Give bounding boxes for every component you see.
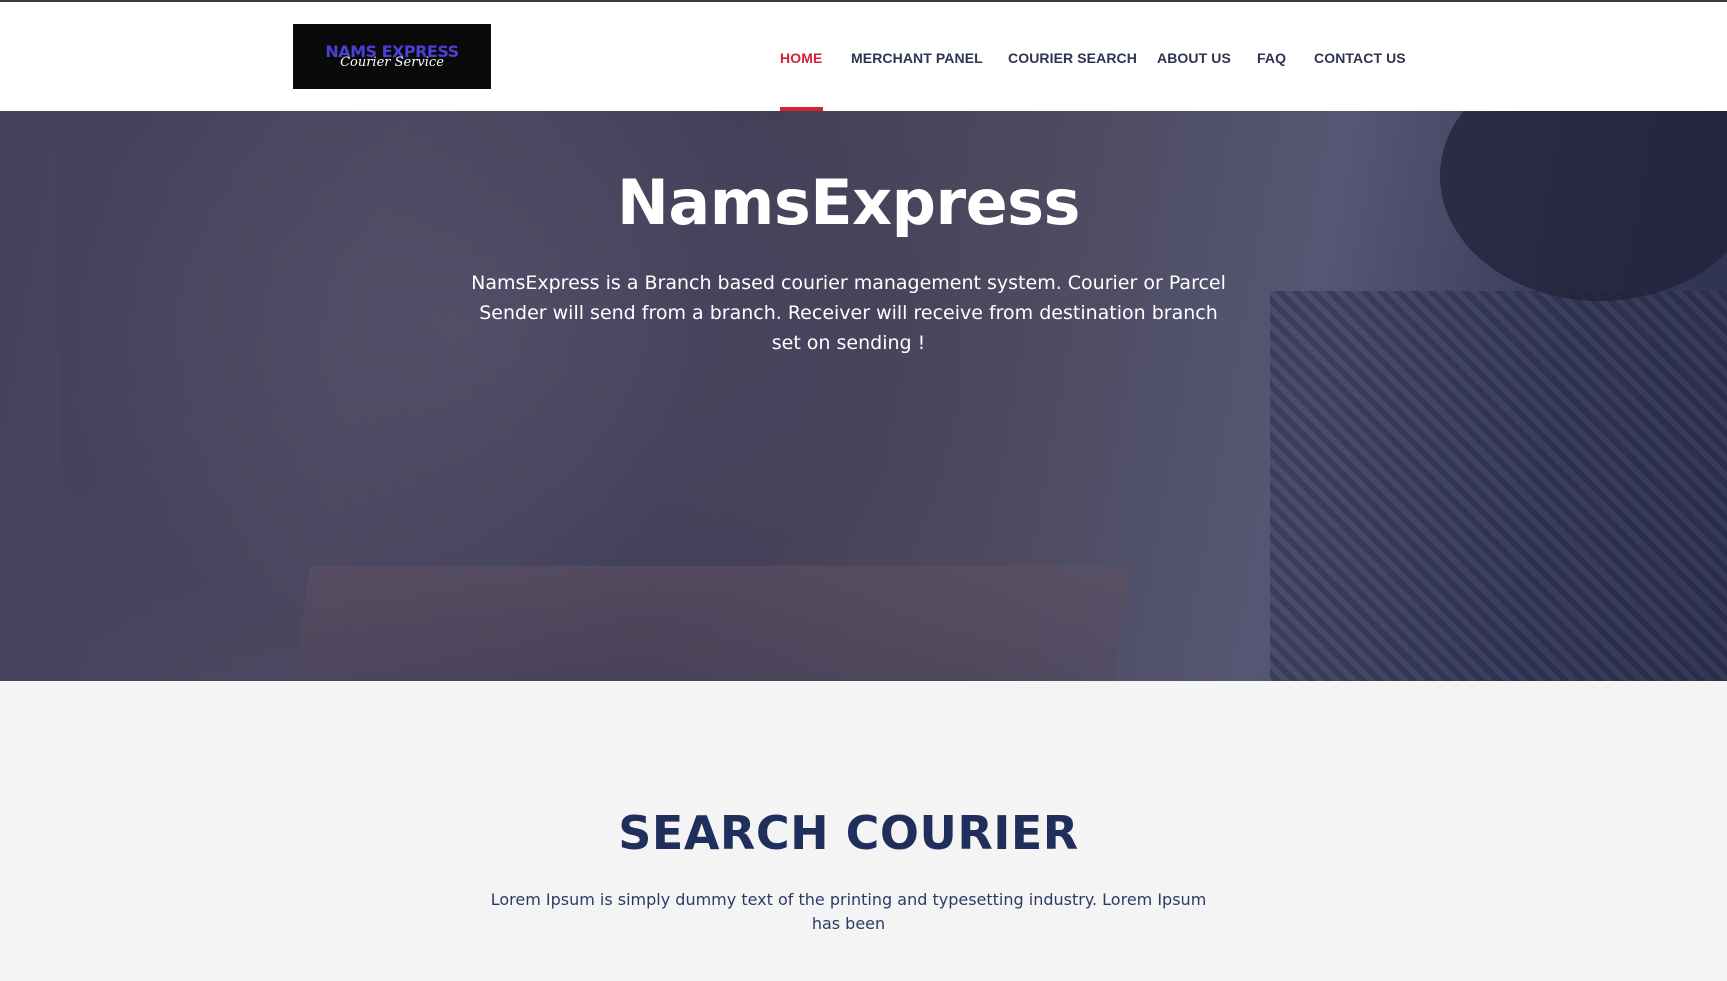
hero-banner: NamsExpress NamsExpress is a Branch base… bbox=[0, 111, 1727, 681]
nav-item-faq[interactable]: FAQ bbox=[1257, 50, 1286, 66]
main-nav: HOME MERCHANT PANEL COURIER SEARCH ABOUT… bbox=[0, 2, 1727, 111]
hero-description: NamsExpress is a Branch based courier ma… bbox=[471, 272, 1226, 354]
search-courier-section: SEARCH COURIER Lorem Ipsum is simply dum… bbox=[0, 681, 1727, 981]
nav-item-home[interactable]: HOME bbox=[780, 50, 822, 66]
hero-title: NamsExpress bbox=[617, 166, 1080, 239]
site-header: NAMS EXPRESS Courier Service HOME MERCHA… bbox=[0, 2, 1727, 111]
search-section-description: Lorem Ipsum is simply dummy text of the … bbox=[490, 890, 1207, 933]
nav-item-merchant-panel[interactable]: MERCHANT PANEL bbox=[851, 50, 983, 66]
nav-item-about-us[interactable]: ABOUT US bbox=[1157, 50, 1231, 66]
nav-item-contact-us[interactable]: CONTACT US bbox=[1314, 50, 1406, 66]
nav-item-courier-search[interactable]: COURIER SEARCH bbox=[1008, 50, 1137, 66]
search-section-title: SEARCH COURIER bbox=[618, 806, 1079, 860]
